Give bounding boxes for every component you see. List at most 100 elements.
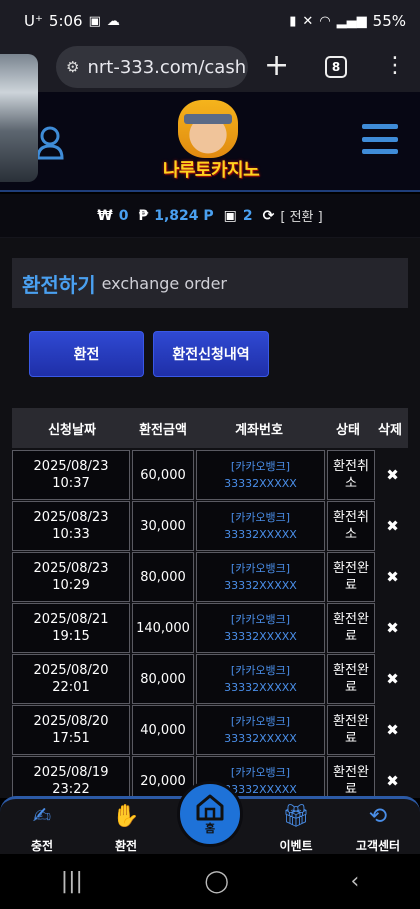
- url-text[interactable]: nrt-333.com/cash: [87, 57, 246, 78]
- nav-charge[interactable]: ✍ 충전: [2, 799, 82, 857]
- user-icon[interactable]: [36, 126, 64, 160]
- status-bar: U⁺ 5:06 ▣ ☁ ▮ ✕ ◠ ▂▄▆ 55%: [0, 0, 420, 42]
- chip-value: 2: [242, 207, 253, 224]
- nav-support[interactable]: ⟲ 고객센터: [338, 799, 418, 857]
- date-cell: 2025/08/23 10:33: [12, 501, 130, 551]
- status-cell: 환전완료: [327, 603, 375, 653]
- nav-exchange[interactable]: ✋ 환전: [86, 799, 166, 857]
- site-settings-icon[interactable]: ⚙: [66, 58, 79, 76]
- nav-event-label: 이벤트: [279, 839, 313, 853]
- amount-cell: 80,000: [132, 654, 194, 704]
- table-row: 2025/08/20 22:01 80,000 [카카오뱅크] 33332XXXXX…: [12, 654, 408, 705]
- address-bar[interactable]: ⚙ nrt-333.com/cash: [56, 46, 248, 88]
- logo-character: [178, 100, 238, 158]
- table-row: 2025/08/21 19:15 140,000 [카카오뱅크] 33332XXXX…: [12, 603, 408, 654]
- logo-headband: [184, 114, 232, 124]
- exchange-button[interactable]: 환전: [29, 331, 144, 377]
- main-content: 환전하기 exchange order 환전 환전신청내역 신청날짜 환전금액 …: [0, 238, 420, 798]
- back-icon[interactable]: ‹: [350, 869, 359, 894]
- amount-cell: 40,000: [132, 705, 194, 755]
- date-cell: 2025/08/23 10:37: [12, 450, 130, 500]
- account-cell: [카카오뱅크] 33332XXXXX: [196, 603, 325, 653]
- convert-button[interactable]: ⟳ [ 전환 ]: [263, 206, 323, 226]
- clock: 5:06: [48, 12, 83, 30]
- refresh-icon[interactable]: ⟳: [263, 208, 275, 224]
- header-amount: 환전금액: [139, 422, 187, 438]
- home-system-icon[interactable]: ◯: [204, 869, 229, 894]
- status-cell: 환전취소: [327, 450, 375, 500]
- header-account: 계좌번호: [235, 422, 283, 438]
- account-cell: [카카오뱅크] 33332XXXXX: [196, 654, 325, 704]
- table-body-viewport[interactable]: 2025/08/23 10:37 60,000 [카카오뱅크] 33332XXXXX…: [0, 450, 420, 798]
- won-icon: ₩: [97, 207, 113, 224]
- chip-balance: ▣ 2: [224, 208, 253, 224]
- date-cell: 2025/08/20 22:01: [12, 654, 130, 704]
- exchange-history-button[interactable]: 환전신청내역: [153, 331, 269, 377]
- site-logo[interactable]: 나루토카지노: [150, 98, 272, 186]
- date-cell: 2025/08/19 23:22: [12, 756, 130, 798]
- date-cell: 2025/08/21 19:15: [12, 603, 130, 653]
- table-body: 2025/08/23 10:37 60,000 [카카오뱅크] 33332XXXXX…: [12, 450, 408, 798]
- nav-exchange-label: 환전: [114, 839, 138, 853]
- date-cell: 2025/08/23 10:29: [12, 552, 130, 602]
- cash-value: 0: [118, 207, 129, 224]
- carrier-label: U⁺: [24, 12, 43, 30]
- deposit-hand-icon: ✍: [32, 804, 52, 829]
- header-status: 상태: [336, 422, 360, 438]
- nav-home[interactable]: 홈: [177, 781, 243, 847]
- hamburger-menu-icon[interactable]: [362, 124, 398, 154]
- recent-apps-icon[interactable]: |||: [61, 869, 83, 894]
- mute-icon: ✕: [302, 13, 314, 29]
- new-tab-button[interactable]: +: [264, 51, 289, 81]
- convert-label[interactable]: [ 전환 ]: [280, 206, 322, 225]
- support-24h-icon: ⟲: [368, 804, 388, 829]
- nav-support-label: 고객센터: [355, 839, 401, 853]
- battery-level: 55%: [372, 12, 406, 30]
- status-cell: 환전취소: [327, 501, 375, 551]
- cloud-icon: ☁: [106, 13, 120, 29]
- bottom-navigation: ✍ 충전 ✋ 환전 홈 🎁︎ 이벤트 ⟲ 고객센터: [0, 781, 420, 857]
- site-header: 나루토카지노: [0, 92, 420, 192]
- point-icon: ₱: [138, 207, 149, 224]
- delete-icon[interactable]: ✖: [377, 450, 408, 500]
- status-cell: 환전완료: [327, 705, 375, 755]
- header-date: 신청날짜: [48, 422, 96, 438]
- table-row: 2025/08/20 17:51 40,000 [카카오뱅크] 33332XXXXX…: [12, 705, 408, 756]
- home-icon: [196, 794, 224, 821]
- amount-cell: 30,000: [132, 501, 194, 551]
- table-header: 신청날짜 환전금액 계좌번호 상태 삭제: [12, 408, 408, 448]
- header-delete: 삭제: [378, 422, 402, 438]
- point-balance: ₱ 1,824 P: [138, 208, 213, 224]
- account-cell: [카카오뱅크] 33332XXXXX: [196, 450, 325, 500]
- delete-icon[interactable]: ✖: [377, 705, 408, 755]
- battery-saver-icon: ▮: [289, 13, 297, 29]
- status-cell: 환전완료: [327, 756, 375, 798]
- delete-icon[interactable]: ✖: [377, 552, 408, 602]
- account-cell: [카카오뱅크] 33332XXXXX: [196, 552, 325, 602]
- delete-icon[interactable]: ✖: [377, 501, 408, 551]
- balance-bar: ₩ 0 ₱ 1,824 P ▣ 2 ⟳ [ 전환 ]: [0, 194, 420, 238]
- table-row: 2025/08/23 10:37 60,000 [카카오뱅크] 33332XXXXX…: [12, 450, 408, 501]
- point-value: 1,824 P: [154, 207, 214, 224]
- gallery-icon: ▣: [88, 13, 101, 29]
- delete-icon[interactable]: ✖: [377, 756, 408, 798]
- status-cell: 환전완료: [327, 552, 375, 602]
- account-cell: [카카오뱅크] 33332XXXXX: [196, 501, 325, 551]
- delete-icon[interactable]: ✖: [377, 654, 408, 704]
- nav-event[interactable]: 🎁︎ 이벤트: [256, 799, 336, 857]
- nav-home-label: 홈: [204, 822, 216, 835]
- browser-toolbar: ⚙ nrt-333.com/cash + 8 ⋮: [0, 42, 420, 92]
- exchange-hands-icon: ✋: [112, 804, 140, 829]
- page-title-en: exchange order: [101, 273, 227, 293]
- delete-icon[interactable]: ✖: [377, 603, 408, 653]
- amount-cell: 140,000: [132, 603, 194, 653]
- floating-video-thumbnail[interactable]: [0, 54, 38, 182]
- wifi-icon: ◠: [319, 13, 331, 29]
- chip-icon: ▣: [223, 207, 237, 224]
- nav-charge-label: 충전: [30, 839, 54, 853]
- more-menu-icon[interactable]: ⋮: [384, 52, 406, 80]
- table-row: 2025/08/23 10:33 30,000 [카카오뱅크] 33332XXXXX…: [12, 501, 408, 552]
- tab-switcher-button[interactable]: 8: [325, 56, 347, 78]
- gift-icon: 🎁︎: [282, 804, 310, 829]
- cash-balance: ₩ 0: [97, 208, 128, 224]
